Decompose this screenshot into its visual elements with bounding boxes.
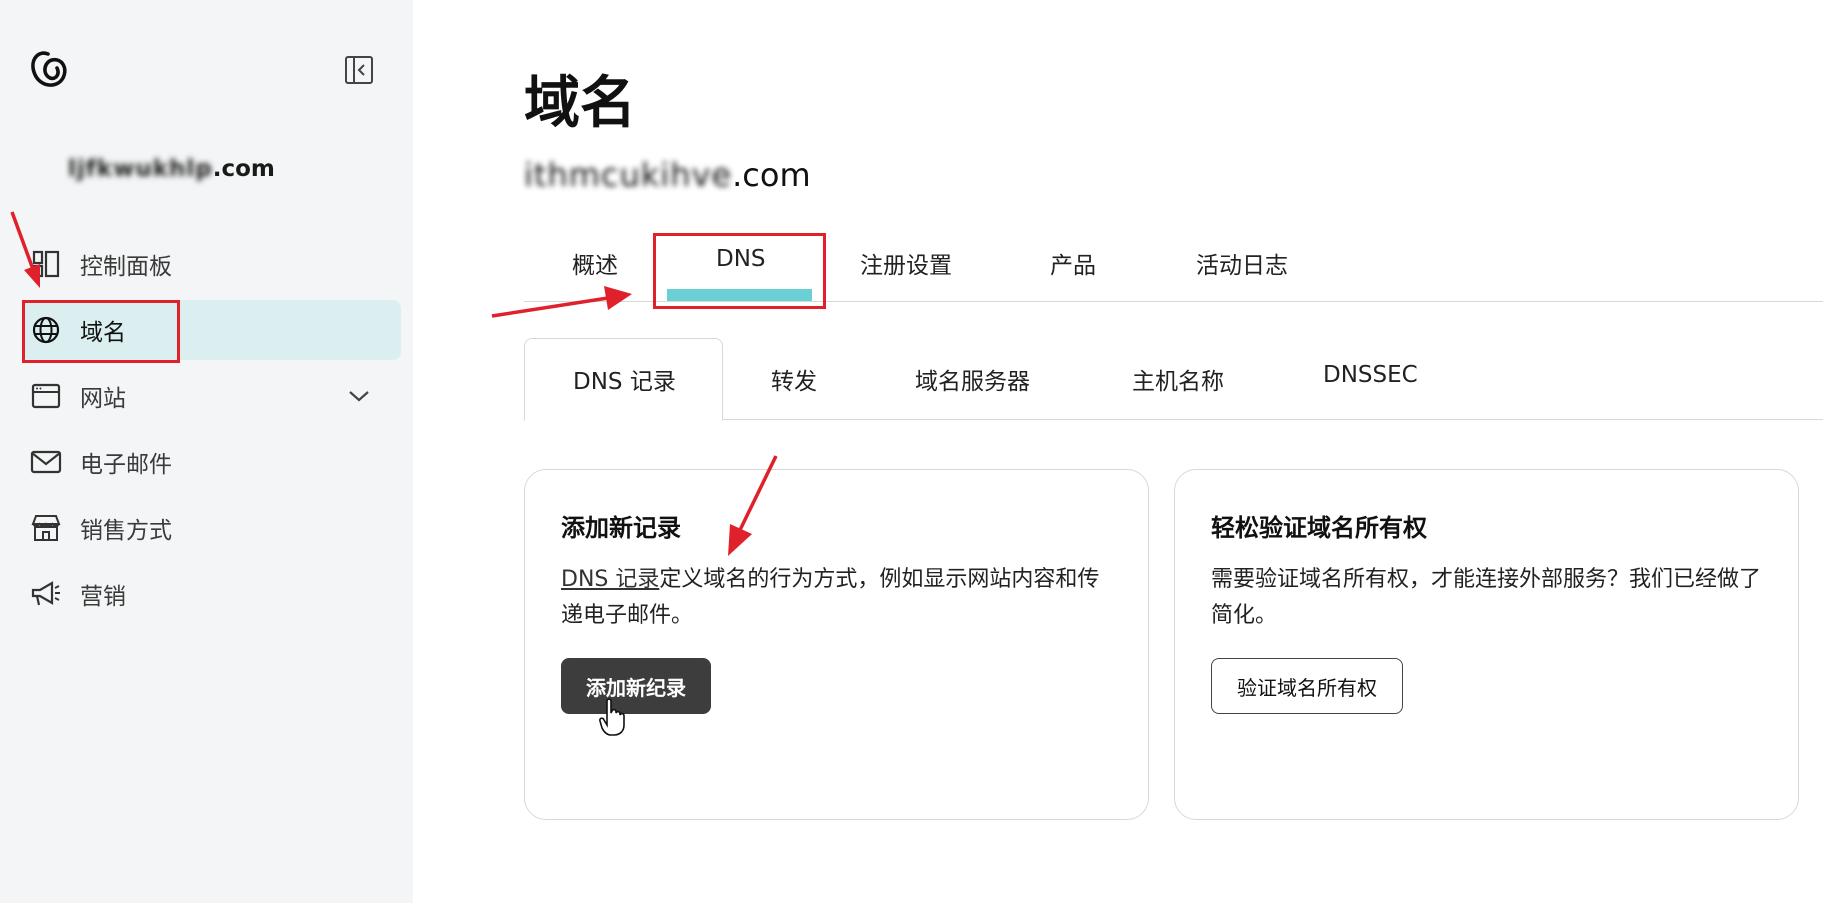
brand-logo-icon[interactable] (26, 48, 70, 92)
sidebar-item-commerce[interactable]: 销售方式 (22, 498, 401, 558)
tab-products[interactable]: 产品 (1050, 246, 1096, 280)
sidebar-item-dashboard[interactable]: 控制面板 (22, 234, 401, 294)
sidebar-item-label: 电子邮件 (80, 452, 172, 478)
subtab-forwarding[interactable]: 转发 (771, 362, 817, 396)
mail-icon (30, 446, 62, 478)
sidebar-item-label: 控制面板 (80, 254, 172, 280)
tab-overview[interactable]: 概述 (572, 246, 618, 280)
blurred-domain-part: ithmcukihve (524, 156, 733, 194)
dns-subtabs: DNS 记录 转发 域名服务器 主机名称 DNSSEC (524, 338, 1823, 421)
sidebar-domain-name: ljfkwukhlp.com (68, 156, 275, 182)
sidebar-nav: 控制面板 域名 网站 电子邮件 销售方式 营销 (22, 234, 401, 630)
subtab-hostnames[interactable]: 主机名称 (1132, 362, 1224, 396)
page-domain-name: ithmcukihve.com (524, 156, 811, 194)
dns-records-link[interactable]: DNS 记录 (561, 567, 659, 592)
tab-registration-settings[interactable]: 注册设置 (860, 246, 952, 280)
sidebar-item-label: 域名 (80, 320, 126, 346)
sidebar: ljfkwukhlp.com 控制面板 域名 网站 电子邮件 销售方式 营销 (0, 0, 413, 903)
sidebar-item-email[interactable]: 电子邮件 (22, 432, 401, 492)
storefront-icon (30, 512, 62, 544)
verify-ownership-card: 轻松验证域名所有权 需要验证域名所有权，才能连接外部服务？我们已经做了简化。 验… (1174, 469, 1799, 820)
card-description: DNS 记录定义域名的行为方式，例如显示网站内容和传递电子邮件。 (561, 562, 1121, 634)
domain-suffix: .com (732, 156, 811, 194)
browser-window-icon (30, 380, 62, 412)
sidebar-item-label: 网站 (80, 386, 126, 412)
sidebar-item-marketing[interactable]: 营销 (22, 564, 401, 624)
tab-activity-log[interactable]: 活动日志 (1196, 246, 1288, 280)
sidebar-item-domains[interactable]: 域名 (22, 300, 401, 360)
megaphone-icon (30, 578, 62, 610)
active-tab-indicator (667, 289, 812, 301)
sidebar-item-websites[interactable]: 网站 (22, 366, 401, 426)
subtab-dnssec[interactable]: DNSSEC (1323, 362, 1418, 388)
page-title: 域名 (524, 71, 636, 136)
card-description: 需要验证域名所有权，才能连接外部服务？我们已经做了简化。 (1211, 567, 1762, 628)
chevron-down-icon[interactable] (347, 384, 371, 408)
add-new-record-button[interactable]: 添加新纪录 (561, 658, 711, 714)
globe-icon (30, 314, 62, 346)
domain-tabs: 概述 DNS 注册设置 产品 活动日志 (524, 230, 1823, 302)
domain-suffix: .com (212, 156, 275, 182)
dashboard-icon (30, 248, 62, 280)
sidebar-item-label: 销售方式 (80, 518, 172, 544)
card-title: 添加新记录 (561, 514, 681, 542)
collapse-sidebar-icon[interactable] (344, 55, 374, 85)
sidebar-item-label: 营销 (80, 584, 126, 610)
add-record-card: 添加新记录 DNS 记录定义域名的行为方式，例如显示网站内容和传递电子邮件。 添… (524, 469, 1149, 820)
subtab-dns-records[interactable]: DNS 记录 (573, 362, 676, 396)
card-title: 轻松验证域名所有权 (1211, 514, 1427, 542)
blurred-domain-part: ljfkwukhlp (68, 156, 213, 182)
tab-dns[interactable]: DNS (716, 246, 766, 272)
subtab-nameservers[interactable]: 域名服务器 (915, 362, 1030, 396)
verify-ownership-button[interactable]: 验证域名所有权 (1211, 658, 1403, 714)
